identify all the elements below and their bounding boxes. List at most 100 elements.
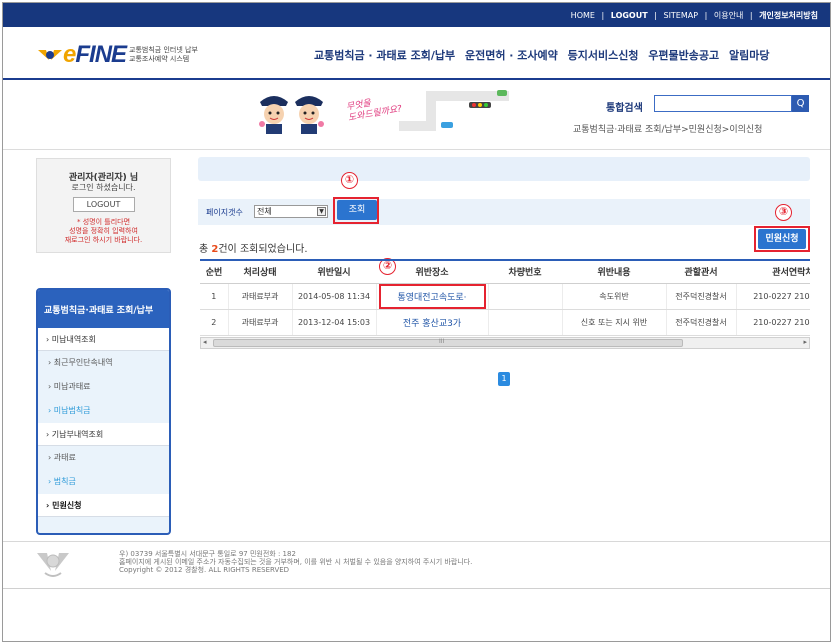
count-prefix: 총: [199, 244, 212, 255]
efine-logo[interactable]: eFINE 교통범칙금 인터넷 납부 교통조사예약 시스템: [37, 41, 198, 69]
login-warning: * 성명이 틀리다면 성명을 정확히 입력하여 재로그인 하시기 바랍니다.: [37, 218, 170, 245]
gnb-fines[interactable]: 교통범칙금 · 과태료 조회/납부: [314, 49, 455, 62]
cell-vehicle: [488, 309, 563, 336]
menu-paid-inquiry[interactable]: › 기납부내역조회: [38, 423, 169, 446]
col-status: 처리상태: [228, 261, 292, 284]
table-row[interactable]: 2 과태료부과 2013-12-04 15:03 전주 홍산교3가 신호 또는 …: [200, 309, 810, 336]
police-character-icon: [295, 96, 324, 134]
logout-button[interactable]: LOGOUT: [72, 197, 135, 212]
menu-recent-enforcement[interactable]: › 최근무인단속내역: [38, 351, 169, 375]
separator: |: [654, 11, 657, 20]
road-illustration-icon: [399, 90, 509, 131]
top-utility-bar: HOME | LOGOUT | SITEMAP | 이용안내 | 개인정보처리방…: [3, 3, 830, 27]
logo-subtitle: 교통범칙금 인터넷 납부 교통조사예약 시스템: [129, 46, 198, 64]
logo-subtitle-line2: 교통조사예약 시스템: [129, 55, 190, 63]
col-datetime: 위반일시: [292, 261, 376, 284]
highlight-box-1: [333, 197, 379, 224]
cell-vehicle: [488, 283, 563, 310]
bottom-divider: [3, 588, 830, 589]
logout-link[interactable]: LOGOUT: [611, 11, 648, 20]
login-user: 관리자(관리자) 님: [68, 173, 139, 183]
menu-unpaid-penalty[interactable]: › 미납과태료: [38, 375, 169, 399]
col-violation: 위반내용: [562, 261, 666, 284]
menu-unpaid-inquiry[interactable]: › 미납내역조회: [38, 328, 169, 351]
logo-e: e: [63, 41, 76, 68]
scroll-right-icon[interactable]: ▸: [803, 338, 807, 346]
cell-office: 전주덕진경찰서: [666, 283, 737, 310]
login-box: 관리자(관리자) 님 로그인 하셨습니다. LOGOUT * 성명이 틀리다면 …: [36, 158, 171, 253]
col-office: 관할관서: [666, 261, 736, 284]
separator: |: [749, 11, 753, 20]
page-count-value: 전체: [257, 207, 272, 216]
notice-bar: [198, 157, 810, 181]
count-suffix: 건이 조회되었습니다.: [218, 244, 308, 255]
results-table-container: 순번 처리상태 위반일시 위반장소 차량번호 위반내용 관할관서 관서연락처 1…: [200, 259, 810, 349]
results-table: 순번 처리상태 위반일시 위반장소 차량번호 위반내용 관할관서 관서연락처 1…: [200, 261, 810, 336]
footer-email-notice: 홈페이지에 게시된 이메일 주소가 자동수집되는 것을 거부하며, 이를 위반 …: [119, 558, 473, 566]
home-link[interactable]: HOME: [571, 11, 595, 20]
gnb-notification[interactable]: 등지서비스신청: [568, 49, 639, 62]
login-status: 로그인 하셨습니다.: [71, 183, 136, 192]
privacy-link[interactable]: 개인정보처리방침: [759, 11, 818, 20]
logo-fine: FINE: [75, 41, 127, 68]
page-count-label: 페이지갯수: [206, 208, 243, 217]
separator: |: [704, 11, 708, 20]
gnb-license[interactable]: 운전면허 · 조사예약: [465, 49, 558, 62]
global-nav: 교통범칙금 · 과태료 조회/납부 운전면허 · 조사예약 등지서비스신청 우편…: [314, 47, 775, 63]
search-button[interactable]: Q: [792, 95, 809, 112]
logo-subtitle-line1: 교통범칙금 인터넷 납부: [129, 46, 198, 54]
cell-location-link[interactable]: 전주 홍산교3가: [376, 309, 489, 336]
scroll-thumb[interactable]: III: [213, 338, 683, 347]
cell-seq: 1: [200, 283, 229, 310]
menu-civil-petition[interactable]: › 민원신청: [38, 494, 169, 517]
left-menu: 교통범칙금·과태료 조회/납부 › 미납내역조회 › 최근무인단속내역 › 미납…: [36, 288, 171, 535]
cell-violation: 신호 또는 지시 위반: [562, 309, 667, 336]
warning-line1: * 성명이 틀리다면: [76, 218, 131, 226]
col-location: 위반장소: [376, 261, 488, 284]
guide-link[interactable]: 이용안내: [714, 11, 743, 20]
separator: |: [601, 11, 605, 20]
page-1-button[interactable]: 1: [498, 372, 510, 386]
police-wing-icon: [38, 50, 62, 60]
footer-address: 우) 03739 서울특별시 서대문구 통일로 97 민원전화 : 182: [119, 550, 296, 558]
scroll-left-icon[interactable]: ◂: [203, 338, 207, 346]
chevron-down-icon: ▼: [317, 207, 326, 216]
gnb-returned-mail[interactable]: 우편물반송공고: [648, 49, 719, 62]
col-contact: 관서연락처: [736, 261, 810, 284]
cell-status: 과태료부과: [228, 309, 293, 336]
cell-violation: 속도위반: [562, 283, 667, 310]
cell-location-link[interactable]: 통영대전고속도로·: [376, 283, 489, 310]
page-count-select[interactable]: 전체 ▼: [254, 205, 328, 218]
footer-text: 우) 03739 서울특별시 서대문구 통일로 97 민원전화 : 182 홈페…: [119, 550, 472, 574]
gnb-notice[interactable]: 알림마당: [729, 49, 769, 62]
breadcrumb: 교통범칙금·과태료 조회/납부>민원신청>이의신청: [573, 125, 763, 135]
horizontal-scrollbar[interactable]: ◂ III ▸: [200, 337, 810, 349]
table-row[interactable]: 1 과태료부과 2014-05-08 11:34 통영대전고속도로· 속도위반 …: [200, 283, 810, 310]
browser-page: HOME | LOGOUT | SITEMAP | 이용안내 | 개인정보처리방…: [2, 2, 831, 642]
menu-fine[interactable]: › 범칙금: [38, 470, 169, 494]
warning-line3: 재로그인 하시기 바랍니다.: [64, 236, 143, 244]
grip-icon: III: [439, 338, 445, 345]
banner: 무엇을 도와드릴까요? 통합검색 Q 교통범칙금·과태료 조회/납부>민원신청>…: [3, 80, 830, 150]
logo-wordmark: eFINE: [63, 41, 127, 69]
result-count: 총 2건이 조회되었습니다.: [199, 240, 308, 255]
search-label: 통합검색: [606, 103, 643, 114]
marker-3: ③: [775, 204, 792, 221]
civil-petition-button[interactable]: 민원신청: [758, 229, 806, 249]
search-icon: Q: [796, 98, 805, 109]
col-vehicle: 차량번호: [488, 261, 562, 284]
search-input[interactable]: [654, 95, 792, 112]
marker-1: ①: [341, 172, 358, 189]
menu-unpaid-fine[interactable]: › 미납범칙금: [38, 399, 169, 423]
warning-line2: 성명을 정확히 입력하여: [69, 227, 138, 235]
menu-penalty[interactable]: › 과태료: [38, 446, 169, 470]
filter-bar: 페이지갯수 전체 ▼: [198, 199, 810, 225]
sitemap-link[interactable]: SITEMAP: [663, 11, 698, 20]
cell-datetime: 2014-05-08 11:34: [292, 283, 377, 310]
cell-office: 전주덕진경찰서: [666, 309, 737, 336]
left-menu-title: 교통범칙금·과태료 조회/납부: [38, 290, 169, 328]
col-seq: 순번: [200, 261, 228, 284]
cell-contact: 210-0227 210-0649: [736, 309, 810, 336]
cell-contact: 210-0227 210-0649: [736, 283, 810, 310]
table-header-row: 순번 처리상태 위반일시 위반장소 차량번호 위반내용 관할관서 관서연락처: [200, 261, 810, 284]
